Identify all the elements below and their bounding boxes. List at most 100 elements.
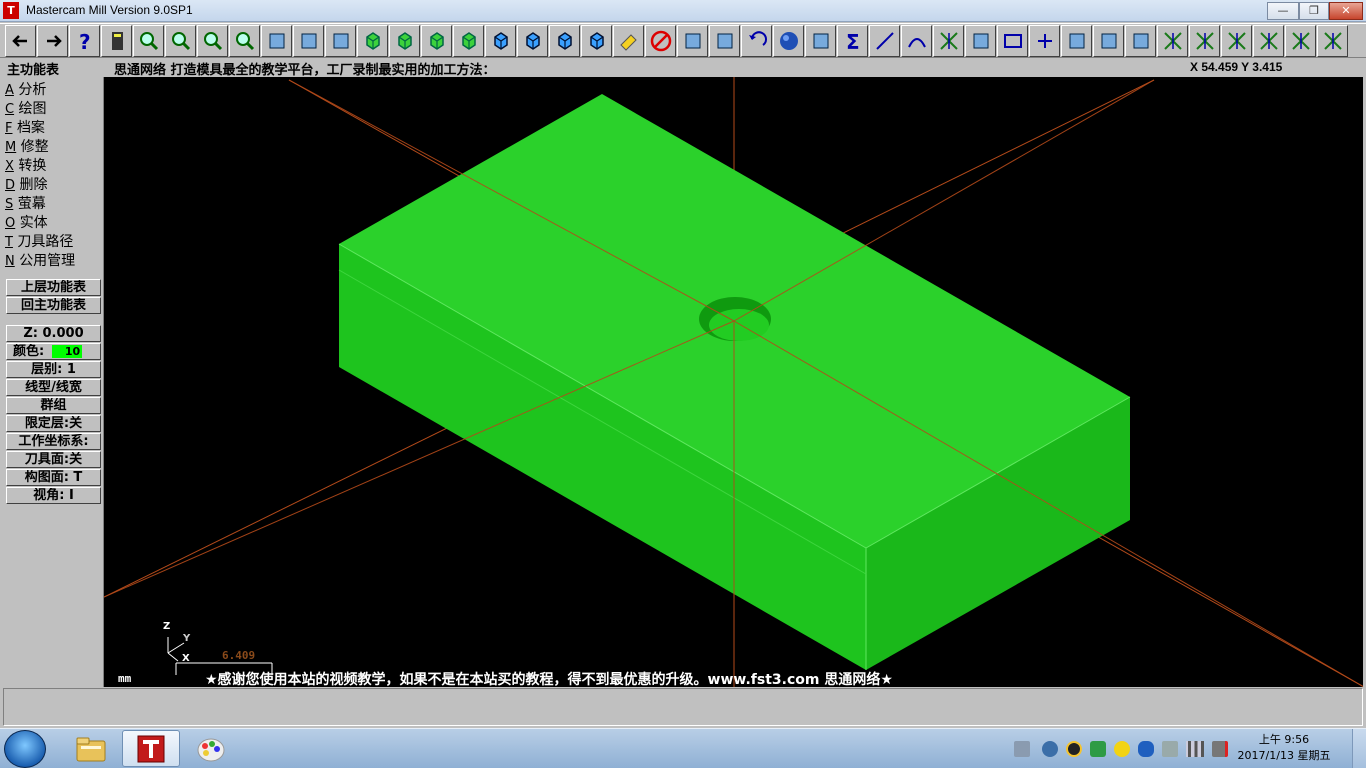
translate-button[interactable] [709,25,740,57]
svg-text:Σ: Σ [846,30,860,53]
sphere-button[interactable] [773,25,804,57]
view-side-icon [429,32,444,50]
help-button[interactable]: ? [69,25,100,57]
minimize-button[interactable]: — [1267,2,1299,20]
spline-button[interactable] [965,25,996,57]
delete-icon [650,30,671,52]
spline-icon [973,33,988,49]
security-shield-icon[interactable] [1090,741,1106,757]
transform-button[interactable] [677,25,708,57]
eraser-icon [619,34,637,51]
z-depth-button[interactable]: Z: 0.000 [6,325,101,342]
line-polar-button[interactable] [1285,25,1316,57]
bluetooth-icon[interactable] [1138,741,1154,757]
cplane-front-button[interactable] [517,25,548,57]
qq-icon[interactable] [1066,741,1082,757]
taskbar-explorer[interactable] [62,730,120,767]
trim-button[interactable] [933,25,964,57]
point-button[interactable] [1029,25,1060,57]
taskbar-mastercam[interactable] [122,730,180,767]
view-front-button[interactable] [389,25,420,57]
tool-plane-button[interactable]: 刀具面:关 [6,451,101,468]
windows-explorer-icon [76,737,106,761]
solid-model-view [104,77,1363,687]
close-button[interactable]: ✕ [1329,2,1363,20]
chain-button[interactable] [1125,25,1156,57]
cplane-side-button[interactable] [549,25,580,57]
level-button[interactable]: 层别: 1 [6,361,101,378]
show-desktop-button[interactable] [1352,729,1366,768]
zoom-out-button[interactable] [229,25,260,57]
extend-button[interactable] [1253,25,1284,57]
autocursor-button[interactable] [293,25,324,57]
taskbar-paint[interactable] [182,730,240,767]
solid-button[interactable] [1093,25,1124,57]
line-style-button[interactable]: 线型/线宽 [6,379,101,396]
analyze-button[interactable] [133,25,164,57]
system-clock[interactable]: 上午 9:56 2017/1/13 星期五 [1236,732,1332,764]
eraser-button[interactable] [613,25,644,57]
undo-button[interactable] [741,25,772,57]
point-icon [1037,34,1052,48]
rotate-entity-button[interactable] [805,25,836,57]
construction-plane-button[interactable]: 构图面: T [6,469,101,486]
rectangle-icon [1003,34,1022,48]
menu-item-screen[interactable]: S 萤幕 [5,193,46,212]
zoom-button[interactable] [197,25,228,57]
back-arrow-button[interactable] [5,25,36,57]
analyze-icon [139,32,158,51]
group-button[interactable]: 群组 [6,397,101,414]
rotate-icon [333,33,348,49]
volume-muted-icon[interactable] [1212,741,1228,757]
menu-item-delete[interactable]: D 删除 [5,174,47,193]
graphics-view-button[interactable]: 视角: I [6,487,101,504]
solid-icon [1101,33,1116,49]
cplane-top-button[interactable] [485,25,516,57]
rectangle-button[interactable] [997,25,1028,57]
signal-strength-icon[interactable] [1188,741,1204,757]
keyboard-icon[interactable] [1014,741,1030,757]
trim-2-button[interactable] [1189,25,1220,57]
line-angle-button[interactable] [1317,25,1348,57]
forward-arrow-button[interactable] [37,25,68,57]
menu-item-file[interactable]: F 档案 [5,117,45,136]
mask-button[interactable]: 限定层:关 [6,415,101,432]
menu-item-toolpaths[interactable]: T 刀具路径 [5,231,73,250]
trim-3-button[interactable] [1221,25,1252,57]
usb-device-icon[interactable] [1162,741,1178,757]
back-menu-button[interactable]: 上层功能表 [6,279,101,296]
rotate-button[interactable] [325,25,356,57]
graphics-viewport[interactable]: Z Y X 6.409 mm ★感谢您使用本站的视频教学，如果不是在本站买的教程… [103,77,1363,687]
delete-button[interactable] [645,25,676,57]
color-swatch: 10 [52,345,83,358]
main-menu-button[interactable]: 回主功能表 [6,297,101,314]
pan-button[interactable] [261,25,292,57]
menu-item-analyze[interactable]: A 分析 [5,79,46,98]
calculator-button[interactable] [101,25,132,57]
menu-item-create[interactable]: C 绘图 [5,98,47,117]
sum-button[interactable]: Σ [837,25,868,57]
view-iso-button[interactable] [357,25,388,57]
menu-item-xform[interactable]: X 转换 [5,155,46,174]
maximize-button[interactable]: ❐ [1299,2,1329,20]
surface-button[interactable] [1061,25,1092,57]
start-button[interactable] [4,730,46,768]
mastercam-window: T Mastercam Mill Version 9.0SP1 — ❐ ✕ ? Σ… [0,0,1366,768]
menu-item-solids[interactable]: O 实体 [5,212,48,231]
wcs-button[interactable]: 工作坐标系: [6,433,101,450]
view-top-button[interactable] [453,25,484,57]
view-side-button[interactable] [421,25,452,57]
arc-button[interactable] [901,25,932,57]
menu-item-nc-utils[interactable]: N 公用管理 [5,250,75,269]
cplane-3d-button[interactable] [581,25,612,57]
mastercam-icon [137,735,165,762]
color-button[interactable]: 颜色: 10 [6,343,101,360]
paint-icon [197,738,225,761]
zoom-window-button[interactable] [165,25,196,57]
menu-item-modify[interactable]: M 修整 [5,136,49,155]
autocursor-icon [301,33,316,49]
line-button[interactable] [869,25,900,57]
break-button[interactable] [1157,25,1188,57]
update-icon[interactable] [1114,741,1130,757]
network-app-icon[interactable] [1042,741,1058,757]
